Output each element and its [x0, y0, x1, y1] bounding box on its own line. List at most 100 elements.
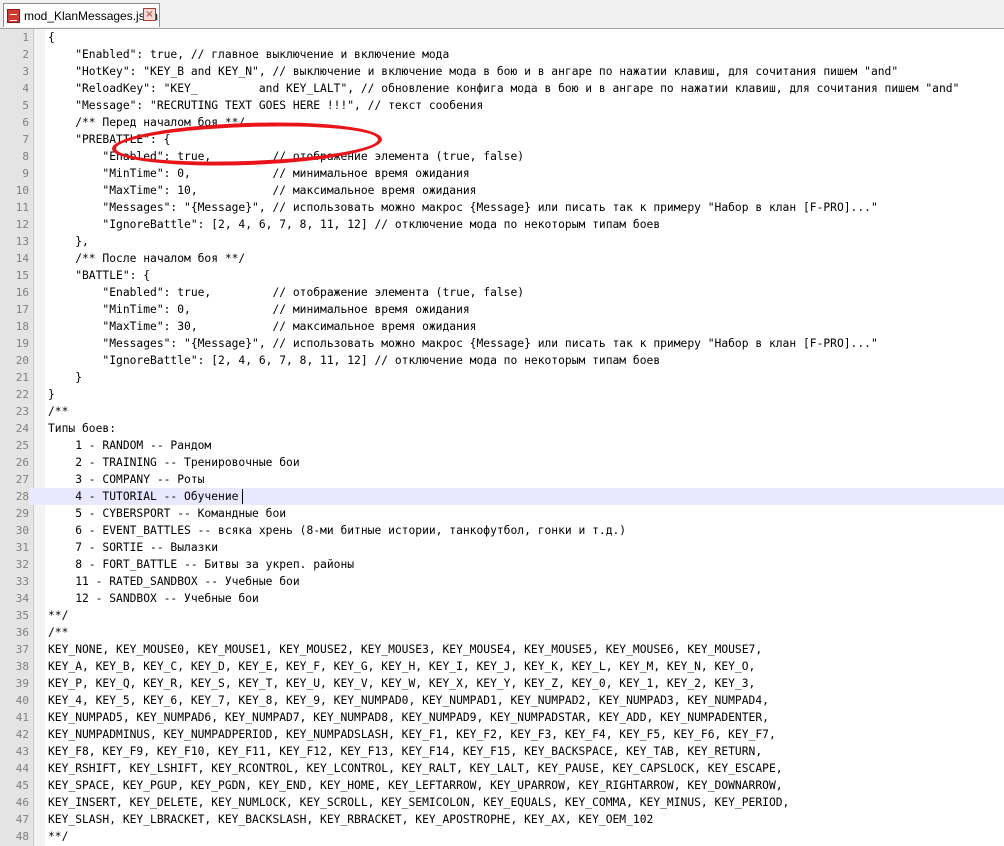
code-text[interactable]: KEY_NONE, KEY_MOUSE0, KEY_MOUSE1, KEY_MO…	[48, 641, 762, 658]
code-text[interactable]: {	[48, 29, 55, 46]
tab-mod-klanmessages[interactable]: mod_KlanMessages.json ×	[3, 3, 160, 27]
code-text[interactable]: **/	[48, 607, 68, 624]
code-text[interactable]: "MinTime": 0, // минимальное время ожида…	[48, 301, 469, 318]
code-text[interactable]: },	[48, 233, 89, 250]
code-text[interactable]: /** Перед началом боя **/	[48, 114, 245, 131]
code-text[interactable]: 7 - SORTIE -- Вылазки	[48, 539, 218, 556]
code-line[interactable]: 29 5 - CYBERSPORT -- Командные бои	[0, 505, 1004, 522]
code-text[interactable]: "Enabled": true, // отображение элемента…	[48, 284, 524, 301]
code-line[interactable]: 8 "Enabled": true, // отображение элемен…	[0, 148, 1004, 165]
code-line[interactable]: 48 **/	[0, 828, 1004, 845]
code-line[interactable]: 47 KEY_SLASH, KEY_LBRACKET, KEY_BACKSLASH…	[0, 811, 1004, 828]
code-text[interactable]: 2 - TRAINING -- Тренировочные бои	[48, 454, 299, 471]
code-text[interactable]: "MaxTime": 10, // максимальное время ожи…	[48, 182, 476, 199]
code-text[interactable]: KEY_F8, KEY_F9, KEY_F10, KEY_F11, KEY_F1…	[48, 743, 762, 760]
code-line[interactable]: 35 **/	[0, 607, 1004, 624]
code-line[interactable]: 28 4 - TUTORIAL -- Обучение	[0, 488, 1004, 505]
code-line[interactable]: 21 }	[0, 369, 1004, 386]
code-line[interactable]: 1{	[0, 29, 1004, 46]
code-line[interactable]: 39 KEY_P, KEY_Q, KEY_R, KEY_S, KEY_T, KEY…	[0, 675, 1004, 692]
code-text[interactable]: KEY_NUMPAD5, KEY_NUMPAD6, KEY_NUMPAD7, K…	[48, 709, 769, 726]
code-text[interactable]: "BATTLE": {	[48, 267, 150, 284]
code-text[interactable]: "Messages": "{Message}", // использовать…	[48, 199, 877, 216]
code-text[interactable]: 11 - RATED_SANDBOX -- Учебные бои	[48, 573, 299, 590]
code-text[interactable]: KEY_RSHIFT, KEY_LSHIFT, KEY_RCONTROL, KE…	[48, 760, 783, 777]
code-text[interactable]: KEY_A, KEY_B, KEY_C, KEY_D, KEY_E, KEY_F…	[48, 658, 755, 675]
code-text[interactable]: /**	[48, 624, 68, 641]
code-text[interactable]: 4 - TUTORIAL -- Обучение	[48, 488, 238, 505]
code-editor[interactable]: 1{2 "Enabled": true, // главное выключен…	[0, 29, 1004, 846]
code-text[interactable]: /**	[48, 403, 68, 420]
code-line[interactable]: 5 "Message": "RECRUTING TEXT GOES HERE !…	[0, 97, 1004, 114]
code-text[interactable]: /** После началом боя **/	[48, 250, 245, 267]
code-text[interactable]: "PREBATTLE": {	[48, 131, 170, 148]
code-text[interactable]: "IgnoreBattle": [2, 4, 6, 7, 8, 11, 12] …	[48, 352, 660, 369]
code-line[interactable]: 24 Типы боев:	[0, 420, 1004, 437]
code-line[interactable]: 2 "Enabled": true, // главное выключение…	[0, 46, 1004, 63]
code-text[interactable]: 12 - SANDBOX -- Учебные бои	[48, 590, 259, 607]
code-text[interactable]: 1 - RANDOM -- Рандом	[48, 437, 211, 454]
code-text[interactable]: 6 - EVENT_BATTLES -- всяка хрень (8-ми б…	[48, 522, 626, 539]
code-line[interactable]: 14 /** После началом боя **/	[0, 250, 1004, 267]
line-number: 37	[15, 643, 29, 656]
code-text[interactable]: "Enabled": true, // отображение элемента…	[48, 148, 524, 165]
code-text[interactable]: "Enabled": true, // главное выключение и…	[48, 46, 449, 63]
code-text[interactable]: KEY_4, KEY_5, KEY_6, KEY_7, KEY_8, KEY_9…	[48, 692, 769, 709]
code-line[interactable]: 22}	[0, 386, 1004, 403]
code-text[interactable]: KEY_P, KEY_Q, KEY_R, KEY_S, KEY_T, KEY_U…	[48, 675, 755, 692]
code-line[interactable]: 37 KEY_NONE, KEY_MOUSE0, KEY_MOUSE1, KEY_…	[0, 641, 1004, 658]
code-line[interactable]: 27 3 - COMPANY -- Роты	[0, 471, 1004, 488]
code-line[interactable]: 18 "MaxTime": 30, // максимальное время …	[0, 318, 1004, 335]
code-line[interactable]: 30 6 - EVENT_BATTLES -- всяка хрень (8-м…	[0, 522, 1004, 539]
code-line[interactable]: 41 KEY_NUMPAD5, KEY_NUMPAD6, KEY_NUMPAD7,…	[0, 709, 1004, 726]
code-line[interactable]: 12 "IgnoreBattle": [2, 4, 6, 7, 8, 11, 1…	[0, 216, 1004, 233]
code-line[interactable]: 46 KEY_INSERT, KEY_DELETE, KEY_NUMLOCK, K…	[0, 794, 1004, 811]
code-line[interactable]: 38 KEY_A, KEY_B, KEY_C, KEY_D, KEY_E, KEY…	[0, 658, 1004, 675]
code-text[interactable]: "Message": "RECRUTING TEXT GOES HERE !!!…	[48, 97, 483, 114]
code-line[interactable]: 26 2 - TRAINING -- Тренировочные бои	[0, 454, 1004, 471]
code-text[interactable]: }	[48, 369, 82, 386]
code-line[interactable]: 34 12 - SANDBOX -- Учебные бои	[0, 590, 1004, 607]
code-text[interactable]: "MinTime": 0, // минимальное время ожида…	[48, 165, 469, 182]
code-line[interactable]: 6 /** Перед началом боя **/	[0, 114, 1004, 131]
code-line[interactable]: 36 /**	[0, 624, 1004, 641]
code-text[interactable]: Типы боев:	[48, 420, 116, 437]
code-line[interactable]: 13 },	[0, 233, 1004, 250]
code-line[interactable]: 19 "Messages": "{Message}", // использов…	[0, 335, 1004, 352]
code-line[interactable]: 31 7 - SORTIE -- Вылазки	[0, 539, 1004, 556]
code-line[interactable]: 32 8 - FORT_BATTLE -- Битвы за укреп. ра…	[0, 556, 1004, 573]
code-text[interactable]: "IgnoreBattle": [2, 4, 6, 7, 8, 11, 12] …	[48, 216, 660, 233]
code-line[interactable]: 43 KEY_F8, KEY_F9, KEY_F10, KEY_F11, KEY_…	[0, 743, 1004, 760]
code-line[interactable]: 7 "PREBATTLE": {	[0, 131, 1004, 148]
code-line[interactable]: 11 "Messages": "{Message}", // использов…	[0, 199, 1004, 216]
code-line[interactable]: 25 1 - RANDOM -- Рандом	[0, 437, 1004, 454]
code-line[interactable]: 9 "MinTime": 0, // минимальное время ожи…	[0, 165, 1004, 182]
code-line[interactable]: 20 "IgnoreBattle": [2, 4, 6, 7, 8, 11, 1…	[0, 352, 1004, 369]
code-text[interactable]: KEY_SLASH, KEY_LBRACKET, KEY_BACKSLASH, …	[48, 811, 653, 828]
code-line[interactable]: 45 KEY_SPACE, KEY_PGUP, KEY_PGDN, KEY_END…	[0, 777, 1004, 794]
code-text[interactable]: 3 - COMPANY -- Роты	[48, 471, 204, 488]
code-line[interactable]: 16 "Enabled": true, // отображение элеме…	[0, 284, 1004, 301]
code-line[interactable]: 4 "ReloadKey": "KEY_ and KEY_LALT", // о…	[0, 80, 1004, 97]
code-text[interactable]: 5 - CYBERSPORT -- Командные бои	[48, 505, 286, 522]
code-line[interactable]: 15 "BATTLE": {	[0, 267, 1004, 284]
code-line[interactable]: 44 KEY_RSHIFT, KEY_LSHIFT, KEY_RCONTROL, …	[0, 760, 1004, 777]
code-line[interactable]: 33 11 - RATED_SANDBOX -- Учебные бои	[0, 573, 1004, 590]
code-line[interactable]: 3 "HotKey": "KEY_B and KEY_N", // выключ…	[0, 63, 1004, 80]
code-line[interactable]: 10 "MaxTime": 10, // максимальное время …	[0, 182, 1004, 199]
code-text[interactable]: 8 - FORT_BATTLE -- Битвы за укреп. район…	[48, 556, 354, 573]
code-text[interactable]: "HotKey": "KEY_B and KEY_N", // выключен…	[48, 63, 898, 80]
code-text[interactable]: }	[48, 386, 55, 403]
code-text[interactable]: "ReloadKey": "KEY_ and KEY_LALT", // обн…	[48, 80, 959, 97]
code-text[interactable]: "MaxTime": 30, // максимальное время ожи…	[48, 318, 476, 335]
code-line[interactable]: 42 KEY_NUMPADMINUS, KEY_NUMPADPERIOD, KEY…	[0, 726, 1004, 743]
code-text[interactable]: KEY_NUMPADMINUS, KEY_NUMPADPERIOD, KEY_N…	[48, 726, 776, 743]
close-icon[interactable]: ×	[143, 8, 156, 21]
code-text[interactable]: "Messages": "{Message}", // использовать…	[48, 335, 877, 352]
code-text[interactable]: KEY_SPACE, KEY_PGUP, KEY_PGDN, KEY_END, …	[48, 777, 783, 794]
code-text[interactable]: KEY_INSERT, KEY_DELETE, KEY_NUMLOCK, KEY…	[48, 794, 789, 811]
code-text[interactable]: **/	[48, 828, 68, 845]
code-line[interactable]: 17 "MinTime": 0, // минимальное время ож…	[0, 301, 1004, 318]
code-line[interactable]: 40 KEY_4, KEY_5, KEY_6, KEY_7, KEY_8, KEY…	[0, 692, 1004, 709]
code-line[interactable]: 23 /**	[0, 403, 1004, 420]
